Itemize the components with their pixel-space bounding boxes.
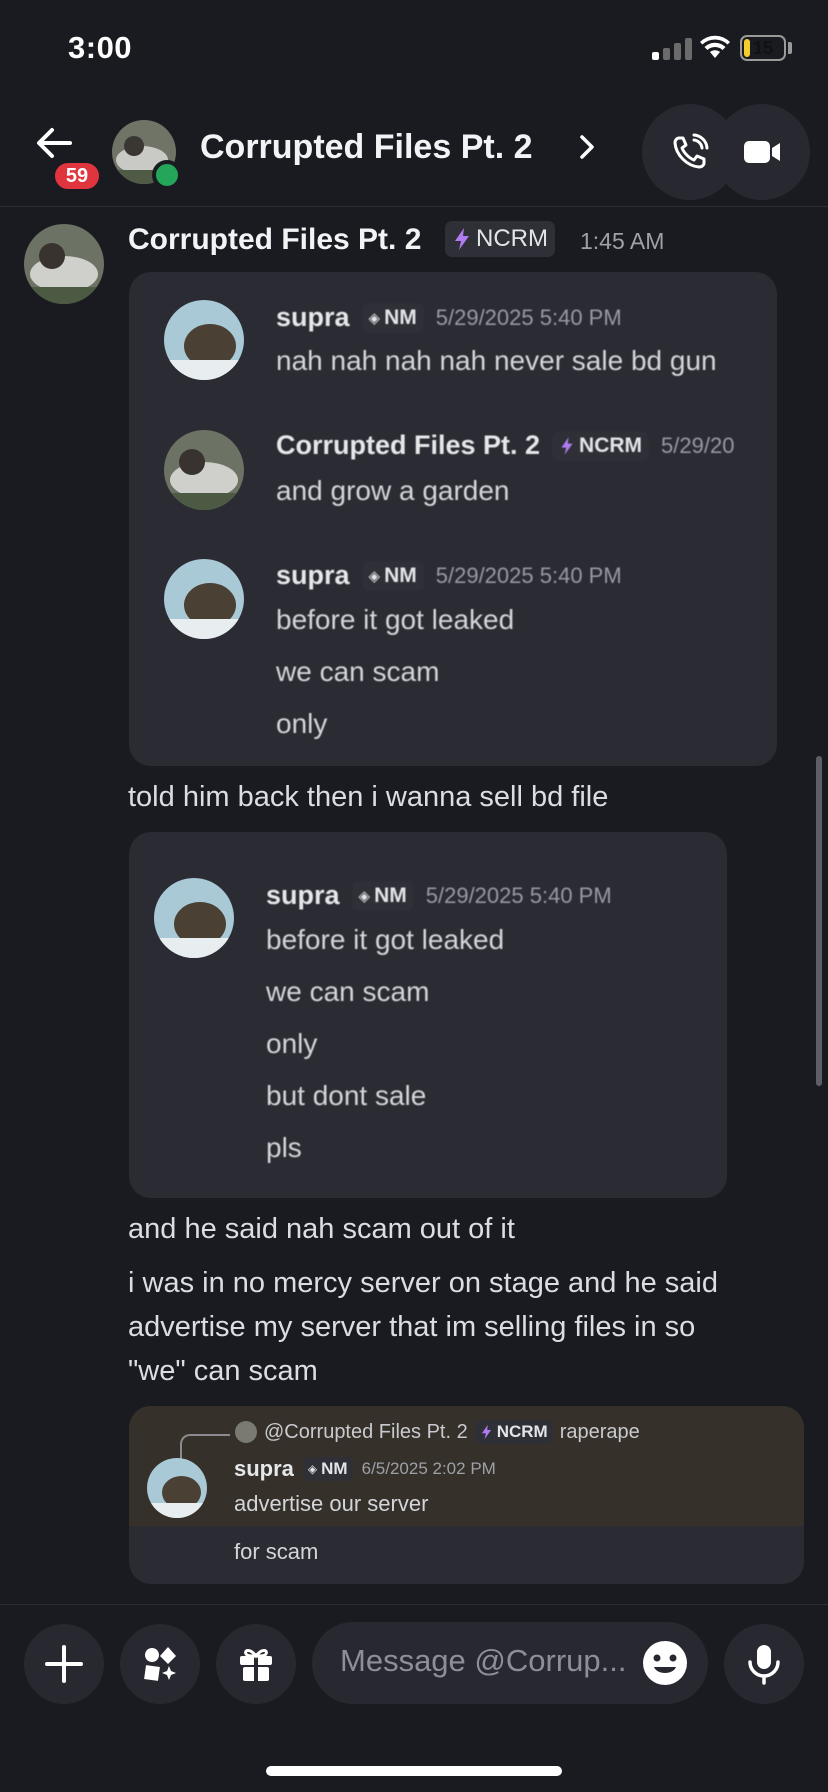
avatar [147,1458,207,1518]
image-attachment[interactable]: supra ◈ NM 5/29/2025 5:40 PM before it go… [129,832,727,1198]
composer-divider [0,1604,828,1605]
battery-percentage: 15 [752,38,774,58]
server-tag-label: NM [384,305,417,329]
quoted-line: only [276,708,328,739]
avatar [164,430,244,510]
server-tag-label: NCRM [579,433,643,457]
quoted-line: but dont sale [266,1080,427,1111]
server-tag-label: NM [384,563,417,587]
quoted-author: Corrupted Files Pt. 2 [276,430,541,460]
message-text: told him back then i wanna sell bd file [128,781,609,813]
server-tag: ◈ NM [351,880,414,911]
microphone-icon [748,1645,780,1685]
server-tag: ◈ NM [302,1457,353,1481]
server-tag: NCRM [552,430,650,461]
apps-icon [144,1647,176,1681]
quoted-author: supra [276,302,350,332]
quoted-line: we can scam [266,976,430,1007]
quoted-line: nah nah nah nah never sale bd gun [276,345,717,376]
header-divider [0,206,828,207]
quoted-line: advertise our server [234,1491,429,1516]
lightning-icon [561,436,573,455]
image-attachment[interactable]: @Corrupted Files Pt. 2 NCRM raperape sup… [129,1406,804,1584]
status-time: 3:00 [68,30,133,65]
quoted-author: supra [276,560,350,590]
reply-text: raperape [559,1420,640,1443]
emoji-icon[interactable] [642,1640,688,1686]
server-tag-label: NCRM [476,225,548,252]
channel-title[interactable]: Corrupted Files Pt. 2 [200,128,533,167]
arrow-left-icon[interactable] [34,126,74,160]
cellular-signal-icon [652,38,696,60]
lightning-icon [455,228,469,250]
apps-button[interactable] [120,1624,200,1704]
avatar [164,300,244,380]
message-text: advertise my server that im selling file… [128,1311,696,1343]
avatar [235,1421,257,1443]
avatar[interactable] [24,224,104,304]
wifi-icon [700,35,730,58]
online-status-indicator [152,160,182,190]
reply-author: @Corrupted Files Pt. 2 [264,1420,468,1443]
quoted-line: and grow a garden [276,475,510,506]
server-tag: ◈ NM [361,302,424,333]
message-timestamp: 1:45 AM [580,228,665,254]
server-tag-label: NCRM [496,1422,548,1441]
server-tag-label: NM [374,883,407,907]
quoted-timestamp: 5/29/2025 5:40 PM [435,304,622,330]
battery-icon: 15 [740,35,786,61]
image-attachment[interactable]: supra ◈ NM 5/29/2025 5:40 PM nah nah nah … [129,272,777,766]
quoted-line: for scam [234,1539,319,1564]
message-author[interactable]: Corrupted Files Pt. 2 [128,223,421,257]
unread-badge: 59 [52,160,102,192]
gift-icon [240,1649,272,1681]
quoted-timestamp: 5/29/2025 5:40 PM [425,882,612,908]
server-tag: NCRM [474,1420,553,1444]
message-text: i was in no mercy server on stage and he… [128,1267,718,1299]
quoted-line: only [266,1028,318,1059]
gift-button[interactable] [216,1624,296,1704]
video-camera-icon [744,141,780,163]
message-text: and he said nah scam out of it [128,1213,515,1245]
quoted-timestamp: 6/5/2025 2:02 PM [361,1459,496,1478]
server-tag-label: NM [321,1459,348,1478]
server-tag[interactable]: NCRM [445,221,555,257]
chevron-right-icon[interactable] [578,133,596,161]
quoted-author: supra [234,1456,294,1481]
quoted-timestamp: 5/29/2025 5:40 PM [435,562,622,588]
quoted-line: before it got leaked [266,924,505,955]
avatar [164,559,244,639]
lightning-icon [481,1424,491,1440]
add-attachment-button[interactable] [24,1624,104,1704]
quoted-timestamp: 5/29/20 [661,432,735,458]
video-call-button[interactable] [714,104,810,200]
voice-message-button[interactable] [724,1624,804,1704]
quoted-line: we can scam [276,656,440,687]
quoted-line: before it got leaked [276,604,515,635]
plus-icon [45,1645,83,1683]
quoted-author: supra [266,880,340,910]
quoted-line: pls [266,1132,302,1163]
battery-nub [788,42,792,54]
server-tag: ◈ NM [361,560,424,591]
scrollbar[interactable] [816,756,822,1086]
message-input-placeholder: Message @Corrup... [340,1643,627,1678]
phone-call-icon [673,133,709,169]
message-text: "we" can scam [128,1355,318,1387]
home-indicator [266,1766,562,1776]
avatar [154,878,234,958]
